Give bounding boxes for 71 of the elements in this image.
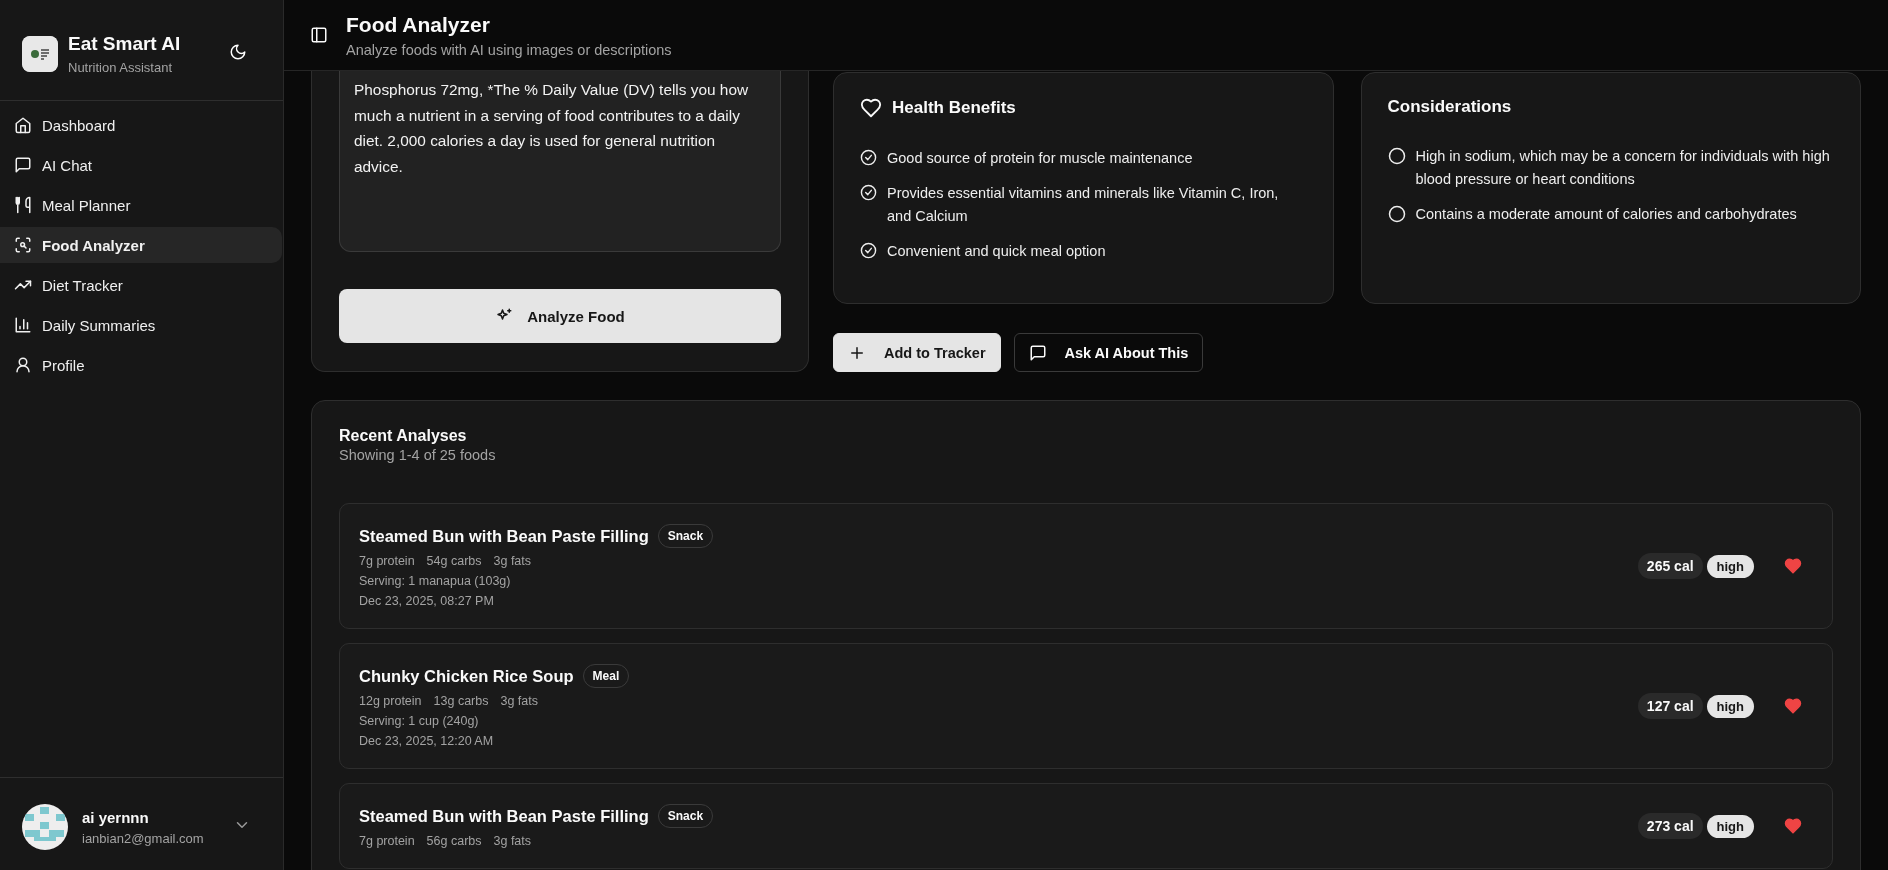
nav-item[interactable]: Profile xyxy=(0,347,282,383)
food-entry-card[interactable]: Steamed Bun with Bean Paste Filling Snack 7g protein 54g carbs 3g fats Serving: 1 manapua (103g) Dec 23, 2025, 08:27 PM 265 cal high xyxy=(339,503,1833,629)
macro-text: 3g fats xyxy=(500,694,538,708)
check-circle-icon xyxy=(860,149,877,166)
scan-icon xyxy=(14,236,32,254)
macro-text: 13g carbs xyxy=(433,694,489,708)
list-text: Good source of protein for muscle maintenance xyxy=(887,149,1193,168)
add-to-tracker-button[interactable]: Add to Tracker xyxy=(833,333,1001,372)
food-name: Steamed Bun with Bean Paste Filling xyxy=(359,526,649,546)
user-avatar xyxy=(22,804,68,850)
food-name: Chunky Chicken Rice Soup xyxy=(359,666,574,686)
user-icon xyxy=(14,356,32,374)
home-icon xyxy=(14,116,32,134)
nav-item[interactable]: Food Analyzer xyxy=(0,227,282,263)
page-title: Food Analyzer xyxy=(346,12,491,37)
date-text: Dec 23, 2025, 12:20 AM xyxy=(359,734,495,748)
rating-badge: high xyxy=(1706,814,1754,838)
food-entry-card[interactable]: Chunky Chicken Rice Soup Meal 12g protein 13g carbs 3g fats Serving: 1 cup (240g) Dec 23, 2025, 12:20 AM 127 cal high xyxy=(339,643,1833,769)
fork-knife-icon xyxy=(14,196,32,214)
macro-text: 7g protein xyxy=(359,834,415,848)
sidebar-toggle-icon xyxy=(310,26,328,44)
section-subtitle: Showing 1-4 of 25 foods xyxy=(339,447,497,463)
calorie-badge: 265 cal xyxy=(1637,553,1703,579)
nav-item[interactable]: Daily Summaries xyxy=(0,307,282,343)
macro-text: 54g carbs xyxy=(426,554,482,568)
check-circle-icon xyxy=(860,184,877,201)
serving-text: Serving: 1 cup (240g) xyxy=(359,714,480,728)
user-name: ai yernnn xyxy=(82,808,150,826)
rating-badge: high xyxy=(1706,554,1754,578)
rating-badge: high xyxy=(1706,694,1754,718)
macro-text: 7g protein xyxy=(359,554,415,568)
circle-icon xyxy=(1387,205,1406,223)
nav-item[interactable]: Diet Tracker xyxy=(0,267,282,303)
nav-item[interactable]: Dashboard xyxy=(0,107,282,143)
card-title: Considerations xyxy=(1387,97,1512,117)
heart-icon[interactable] xyxy=(1784,817,1802,835)
circle-icon xyxy=(1387,147,1406,165)
analyze-food-button[interactable]: Analyze Food xyxy=(339,289,781,343)
ask-ai-button[interactable]: Ask AI About This xyxy=(1013,333,1204,372)
section-title: Recent Analyses xyxy=(339,427,468,445)
description-field[interactable]: Phosphorus 72mg, *The % Daily Value (DV) tells you how much a nutrient in a serving of food contributes to a daily diet. 2,000 calories a day is used for general nutrition advice. xyxy=(339,71,781,252)
macro-text: 12g protein xyxy=(359,694,422,708)
card-title: Health Benefits xyxy=(892,98,1016,118)
list-text: Contains a moderate amount of calories and carbohydrates xyxy=(1415,205,1797,224)
logo-icon xyxy=(22,36,58,72)
app-name: Eat Smart AI xyxy=(68,33,182,55)
macro-text: 56g carbs xyxy=(426,834,482,848)
calorie-badge: 273 cal xyxy=(1637,813,1703,839)
chat-bubble-icon xyxy=(1028,343,1047,362)
bar-chart-icon xyxy=(14,316,32,334)
check-circle-icon xyxy=(860,242,877,259)
food-entry-card[interactable]: Steamed Bun with Bean Paste Filling Snack 7g protein 56g carbs 3g fats 273 cal high xyxy=(339,783,1833,869)
user-email: ianbian2@gmail.com xyxy=(82,830,205,846)
serving-text: Serving: 1 manapua (103g) xyxy=(359,574,512,588)
heart-icon xyxy=(860,97,882,119)
macro-text: 3g fats xyxy=(493,834,532,848)
heart-icon[interactable] xyxy=(1784,557,1802,575)
app-subtitle: Nutrition Assistant xyxy=(68,60,174,75)
date-text: Dec 23, 2025, 08:27 PM xyxy=(359,594,495,608)
moon-icon xyxy=(229,43,247,61)
nav-item[interactable]: Meal Planner xyxy=(0,187,282,223)
macro-text: 3g fats xyxy=(493,554,532,568)
food-name: Steamed Bun with Bean Paste Filling xyxy=(359,806,649,826)
list-text: Provides essential vitamins and minerals like Vitamin C, Iron, and Calcium xyxy=(887,184,1280,226)
heart-icon[interactable] xyxy=(1784,697,1802,715)
nav-item[interactable]: AI Chat xyxy=(0,147,282,183)
list-text: High in sodium, which may be a concern for individuals with high blood pressure or heart conditions xyxy=(1415,147,1831,189)
page-subtitle: Analyze foods with AI using images or descriptions xyxy=(346,41,672,58)
list-text: Convenient and quick meal option xyxy=(887,242,1106,261)
calorie-badge: 127 cal xyxy=(1637,693,1703,719)
chat-bubble-icon xyxy=(14,156,32,174)
